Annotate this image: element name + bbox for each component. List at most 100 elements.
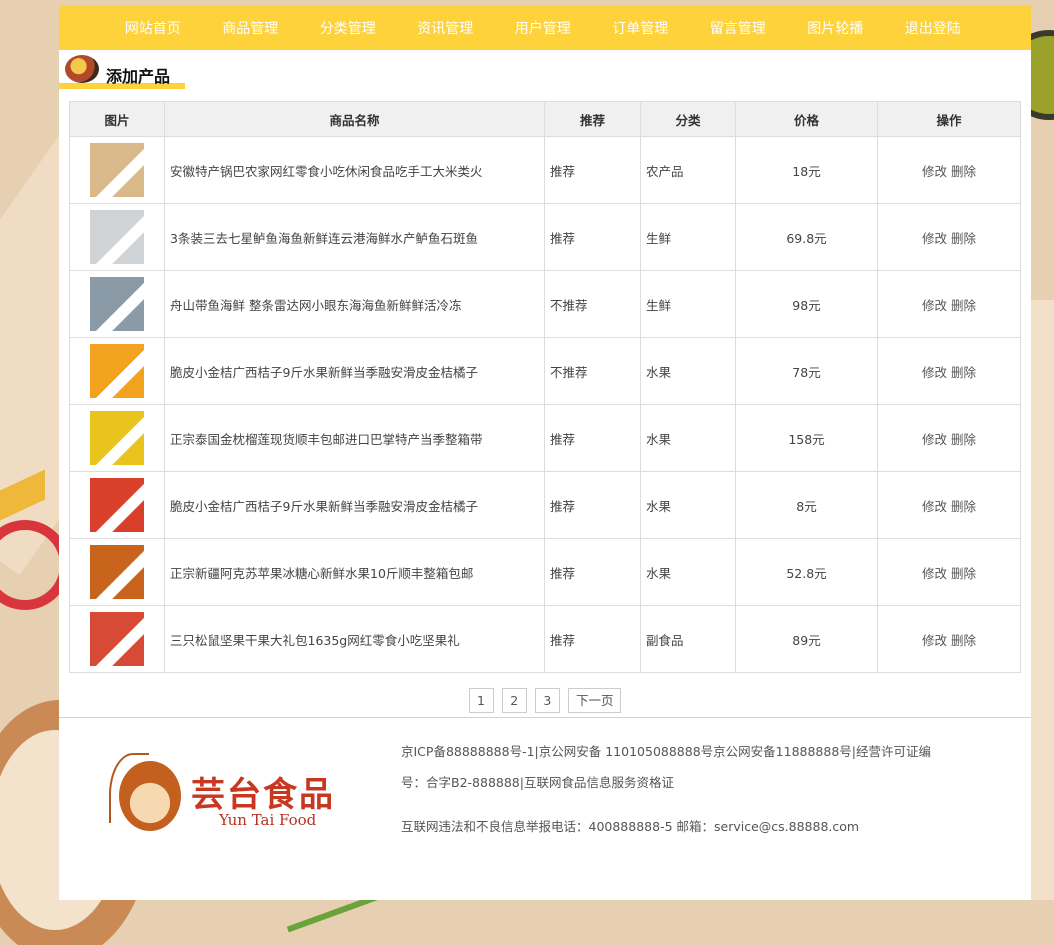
product-name: 正宗泰国金枕榴莲现货顺丰包邮进口巴掌特产当季整箱带 — [164, 404, 545, 472]
page-button-3[interactable]: 3 — [534, 688, 560, 713]
product-actions: 修改 删除 — [877, 605, 1021, 673]
product-thumbnail — [90, 344, 144, 398]
product-category: 水果 — [640, 337, 736, 405]
table-row: 脆皮小金桔广西桔子9斤水果新鲜当季融安滑皮金桔橘子 不推荐 水果 78元 修改 删除 — [69, 337, 1021, 405]
product-recommend: 不推荐 — [544, 337, 641, 405]
edit-link[interactable]: 修改 — [922, 164, 947, 179]
product-recommend: 推荐 — [544, 471, 641, 539]
product-name: 三只松鼠坚果干果大礼包1635g网红零食小吃坚果礼 — [164, 605, 545, 673]
product-price: 158元 — [735, 404, 878, 472]
delete-link[interactable]: 删除 — [951, 298, 976, 313]
product-image-cell — [69, 203, 165, 271]
product-thumbnail — [90, 277, 144, 331]
product-price: 98元 — [735, 270, 878, 338]
product-actions: 修改 删除 — [877, 404, 1021, 472]
col-header-image: 图片 — [69, 101, 165, 137]
edit-link[interactable]: 修改 — [922, 633, 947, 648]
nav-messages[interactable]: 留言管理 — [689, 18, 787, 38]
edit-link[interactable]: 修改 — [922, 365, 947, 380]
footer-license: 京ICP备88888888号-1|京公网安备 110105088888号京公网安… — [401, 744, 931, 790]
edit-link[interactable]: 修改 — [922, 298, 947, 313]
product-price: 18元 — [735, 136, 878, 204]
delete-link[interactable]: 删除 — [951, 499, 976, 514]
table-row: 舟山带鱼海鲜 整条雷达网小眼东海海鱼新鲜鲜活冷冻 不推荐 生鲜 98元 修改 删除 — [69, 270, 1021, 338]
table-header-row: 图片 商品名称 推荐 分类 价格 操作 — [69, 101, 1021, 137]
nav-users[interactable]: 用户管理 — [494, 18, 592, 38]
col-header-name: 商品名称 — [164, 101, 545, 137]
product-actions: 修改 删除 — [877, 136, 1021, 204]
main-container: 网站首页 商品管理 分类管理 资讯管理 用户管理 订单管理 留言管理 图片轮播 … — [59, 5, 1031, 900]
product-image-cell — [69, 605, 165, 673]
product-name: 脆皮小金桔广西桔子9斤水果新鲜当季融安滑皮金桔橘子 — [164, 337, 545, 405]
nav-logout[interactable]: 退出登陆 — [884, 18, 982, 38]
next-page-button[interactable]: 下一页 — [567, 688, 622, 713]
footer-contact: 互联网违法和不良信息举报电话：400888888-5 邮箱：service@cs… — [401, 819, 860, 834]
site-logo: 芸台食品 Yun Tai Food — [109, 753, 359, 843]
product-actions: 修改 删除 — [877, 337, 1021, 405]
page-button-1[interactable]: 1 — [468, 688, 494, 713]
table-row: 三只松鼠坚果干果大礼包1635g网红零食小吃坚果礼 推荐 副食品 89元 修改 删除 — [69, 605, 1021, 673]
product-thumbnail — [90, 143, 144, 197]
product-thumbnail — [90, 545, 144, 599]
product-category: 水果 — [640, 471, 736, 539]
product-actions: 修改 删除 — [877, 471, 1021, 539]
food-icon — [65, 55, 99, 83]
product-category: 生鲜 — [640, 203, 736, 271]
product-recommend: 推荐 — [544, 538, 641, 606]
products-table: 图片 商品名称 推荐 分类 价格 操作 安徽特产锅巴农家网红零食小吃休闲食品吃手… — [69, 101, 1021, 673]
product-image-cell — [69, 270, 165, 338]
product-category: 水果 — [640, 404, 736, 472]
nav-home[interactable]: 网站首页 — [104, 18, 202, 38]
product-actions: 修改 删除 — [877, 538, 1021, 606]
product-recommend: 推荐 — [544, 605, 641, 673]
product-image-cell — [69, 337, 165, 405]
delete-link[interactable]: 删除 — [951, 365, 976, 380]
product-recommend: 推荐 — [544, 404, 641, 472]
col-header-recommend: 推荐 — [544, 101, 641, 137]
col-header-category: 分类 — [640, 101, 736, 137]
delete-link[interactable]: 删除 — [951, 566, 976, 581]
nav-products[interactable]: 商品管理 — [202, 18, 300, 38]
monkey-icon — [119, 761, 181, 831]
section-heading: 添加产品 — [59, 50, 1031, 96]
nav-orders[interactable]: 订单管理 — [592, 18, 690, 38]
product-name: 舟山带鱼海鲜 整条雷达网小眼东海海鱼新鲜鲜活冷冻 — [164, 270, 545, 338]
product-name: 安徽特产锅巴农家网红零食小吃休闲食品吃手工大米类火 — [164, 136, 545, 204]
nav-carousel[interactable]: 图片轮播 — [787, 18, 885, 38]
product-name: 3条装三去七星鲈鱼海鱼新鲜连云港海鲜水产鲈鱼石斑鱼 — [164, 203, 545, 271]
product-recommend: 推荐 — [544, 136, 641, 204]
product-price: 78元 — [735, 337, 878, 405]
edit-link[interactable]: 修改 — [922, 566, 947, 581]
table-row: 正宗新疆阿克苏苹果冰糖心新鲜水果10斤顺丰整箱包邮 推荐 水果 52.8元 修改 删除 — [69, 538, 1021, 606]
table-row: 3条装三去七星鲈鱼海鱼新鲜连云港海鲜水产鲈鱼石斑鱼 推荐 生鲜 69.8元 修改 删除 — [69, 203, 1021, 271]
logo-text-en: Yun Tai Food — [219, 811, 317, 829]
table-row: 安徽特产锅巴农家网红零食小吃休闲食品吃手工大米类火 推荐 农产品 18元 修改 删除 — [69, 136, 1021, 204]
product-image-cell — [69, 136, 165, 204]
product-image-cell — [69, 404, 165, 472]
footer-info: 京ICP备88888888号-1|京公网安备 110105088888号京公网安… — [401, 736, 941, 842]
product-thumbnail — [90, 612, 144, 666]
product-thumbnail — [90, 478, 144, 532]
edit-link[interactable]: 修改 — [922, 499, 947, 514]
edit-link[interactable]: 修改 — [922, 432, 947, 447]
delete-link[interactable]: 删除 — [951, 633, 976, 648]
nav-news[interactable]: 资讯管理 — [397, 18, 495, 38]
product-recommend: 推荐 — [544, 203, 641, 271]
product-actions: 修改 删除 — [877, 270, 1021, 338]
page-title: 添加产品 — [106, 67, 171, 86]
page-button-2[interactable]: 2 — [501, 688, 527, 713]
nav-categories[interactable]: 分类管理 — [299, 18, 397, 38]
product-name: 正宗新疆阿克苏苹果冰糖心新鲜水果10斤顺丰整箱包邮 — [164, 538, 545, 606]
table-row: 正宗泰国金枕榴莲现货顺丰包邮进口巴掌特产当季整箱带 推荐 水果 158元 修改 删除 — [69, 404, 1021, 472]
product-actions: 修改 删除 — [877, 203, 1021, 271]
edit-link[interactable]: 修改 — [922, 231, 947, 246]
product-category: 生鲜 — [640, 270, 736, 338]
delete-link[interactable]: 删除 — [951, 164, 976, 179]
footer: 芸台食品 Yun Tai Food 京ICP备88888888号-1|京公网安备… — [59, 717, 1031, 900]
logo-text-cn: 芸台食品 — [191, 775, 335, 815]
product-category: 水果 — [640, 538, 736, 606]
delete-link[interactable]: 删除 — [951, 231, 976, 246]
delete-link[interactable]: 删除 — [951, 432, 976, 447]
product-price: 8元 — [735, 471, 878, 539]
product-price: 89元 — [735, 605, 878, 673]
